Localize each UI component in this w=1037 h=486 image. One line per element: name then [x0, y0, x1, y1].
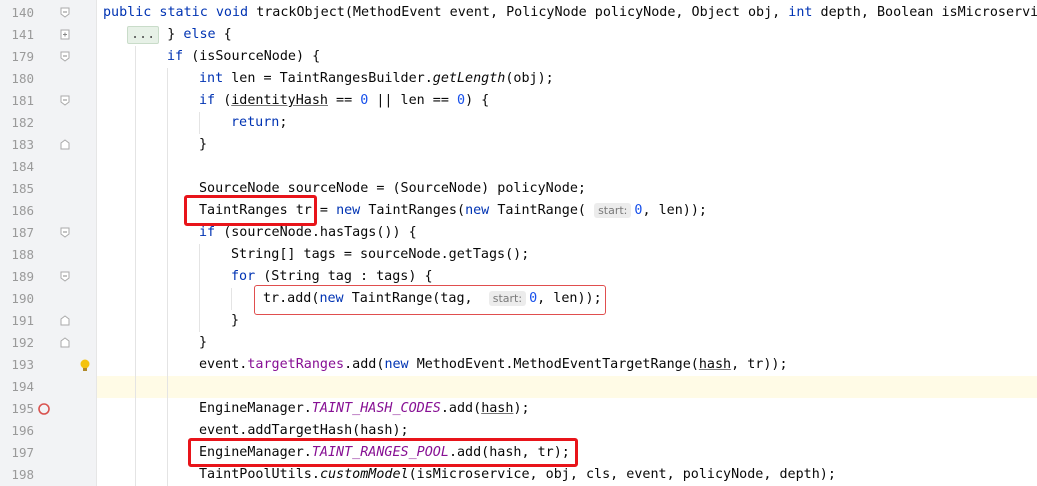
line-number: 182 [11, 115, 34, 130]
code-text: if (identityHash == 0 || len == 0) { [199, 93, 490, 108]
line-number: 184 [11, 159, 34, 174]
code-line-186[interactable]: 186 TaintRanges tr = new TaintRanges(new… [0, 200, 1037, 222]
code-text: EngineManager.TAINT_HASH_CODES.add(hash)… [199, 401, 530, 416]
code-line-183[interactable]: 183 } [0, 134, 1037, 156]
line-number: 191 [11, 313, 34, 328]
line-number: 140 [11, 5, 34, 20]
fold-placeholder[interactable]: ... [127, 26, 160, 44]
code-line-185[interactable]: 185 SourceNode sourceNode = (SourceNode)… [0, 178, 1037, 200]
code-line-184[interactable]: 184 [0, 156, 1037, 178]
code-line-182[interactable]: 182 return; [0, 112, 1037, 134]
fold-collapse-icon[interactable] [60, 271, 70, 282]
code-text: } [199, 137, 208, 152]
code-text: return; [231, 115, 288, 130]
line-number: 190 [11, 291, 34, 306]
fold-collapse-icon[interactable] [60, 95, 70, 106]
code-text: ... } else { [127, 24, 232, 46]
bulb-icon[interactable] [78, 358, 92, 372]
fold-expand-icon[interactable] [60, 29, 70, 40]
fold-collapse-icon[interactable] [60, 7, 70, 18]
fold-collapse-icon[interactable] [60, 227, 70, 238]
code-line-192[interactable]: 192 } [0, 332, 1037, 354]
code-line-194[interactable]: 194 [0, 376, 1037, 398]
fold-end-icon[interactable] [60, 337, 70, 348]
line-number: 194 [11, 379, 34, 394]
code-text: } [199, 335, 208, 350]
fold-collapse-icon[interactable] [60, 51, 70, 62]
code-text: int len = TaintRangesBuilder.getLength(o… [199, 71, 554, 86]
line-number: 196 [11, 423, 34, 438]
code-line-181[interactable]: 181 if (identityHash == 0 || len == 0) { [0, 90, 1037, 112]
code-text: public static void trackObject(MethodEve… [103, 5, 1037, 20]
line-number: 198 [11, 467, 34, 482]
code-line-198[interactable]: 198 TaintPoolUtils.customModel(isMicrose… [0, 464, 1037, 486]
code-line-193[interactable]: 193 event.targetRanges.add(new MethodEve… [0, 354, 1037, 376]
line-number: 141 [11, 27, 34, 42]
line-number: 193 [11, 357, 34, 372]
line-number: 185 [11, 181, 34, 196]
code-line-188[interactable]: 188 String[] tags = sourceNode.getTags()… [0, 244, 1037, 266]
line-number: 183 [11, 137, 34, 152]
code-line-179[interactable]: 179 if (isSourceNode) { [0, 46, 1037, 68]
line-number: 179 [11, 49, 34, 64]
fold-end-icon[interactable] [60, 139, 70, 150]
code-text: if (isSourceNode) { [167, 49, 321, 64]
line-number: 180 [11, 71, 34, 86]
code-line-141[interactable]: 141 ... } else { [0, 24, 1037, 46]
code-line-180[interactable]: 180 int len = TaintRangesBuilder.getLeng… [0, 68, 1037, 90]
code-text: TaintPoolUtils.customModel(isMicroservic… [199, 467, 836, 482]
param-hint-start: start: [594, 203, 632, 218]
code-line-140[interactable]: 140 public static void trackObject(Metho… [0, 2, 1037, 24]
code-text: String[] tags = sourceNode.getTags(); [231, 247, 530, 262]
code-line-195[interactable]: 195 EngineManager.TAINT_HASH_CODES.add(h… [0, 398, 1037, 420]
highlight-box-taintranges-tr [184, 195, 317, 226]
fold-end-icon[interactable] [60, 315, 70, 326]
line-number: 188 [11, 247, 34, 262]
highlight-box-ranges-pool [188, 438, 578, 467]
code-line-187[interactable]: 187 if (sourceNode.hasTags()) { [0, 222, 1037, 244]
line-number: 181 [11, 93, 34, 108]
line-number: 189 [11, 269, 34, 284]
line-number: 186 [11, 203, 34, 218]
line-number: 187 [11, 225, 34, 240]
breakpoint-icon[interactable] [37, 402, 51, 416]
line-number: 195 [11, 401, 34, 416]
line-number: 197 [11, 445, 34, 460]
highlight-box-tr-add [254, 285, 606, 315]
code-text: event.targetRanges.add(new MethodEvent.M… [199, 357, 788, 372]
code-text: } [231, 313, 240, 328]
line-number: 192 [11, 335, 34, 350]
